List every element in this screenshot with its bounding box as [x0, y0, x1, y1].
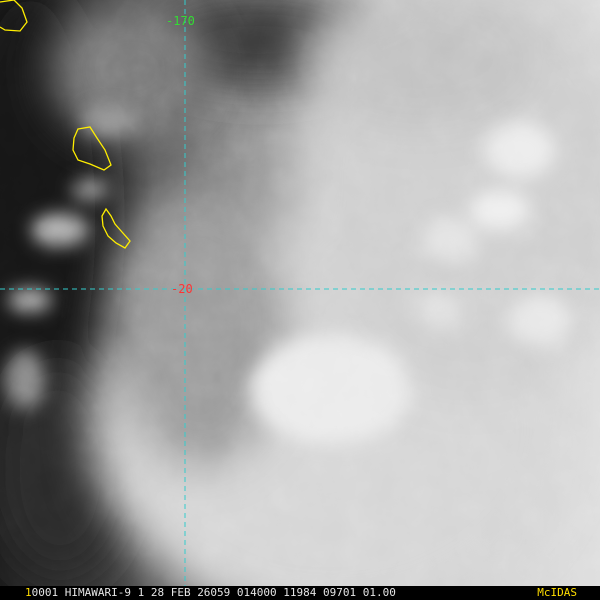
latitude-label: -20	[171, 282, 193, 296]
image-info-text: 0001 HIMAWARI-9 1 28 FEB 26059 014000 11…	[31, 586, 396, 599]
satellite-imagery	[0, 0, 600, 586]
cloud-texture-layer	[0, 0, 600, 586]
frame-number: 1	[25, 586, 32, 599]
satellite-image-viewer: -170 -20 10001 HIMAWARI-9 1 28 FEB 26059…	[0, 0, 600, 600]
mcidas-logo-text: McIDAS	[537, 586, 577, 599]
longitude-label: -170	[166, 14, 195, 28]
status-bar: 10001 HIMAWARI-9 1 28 FEB 26059 014000 1…	[0, 586, 600, 600]
